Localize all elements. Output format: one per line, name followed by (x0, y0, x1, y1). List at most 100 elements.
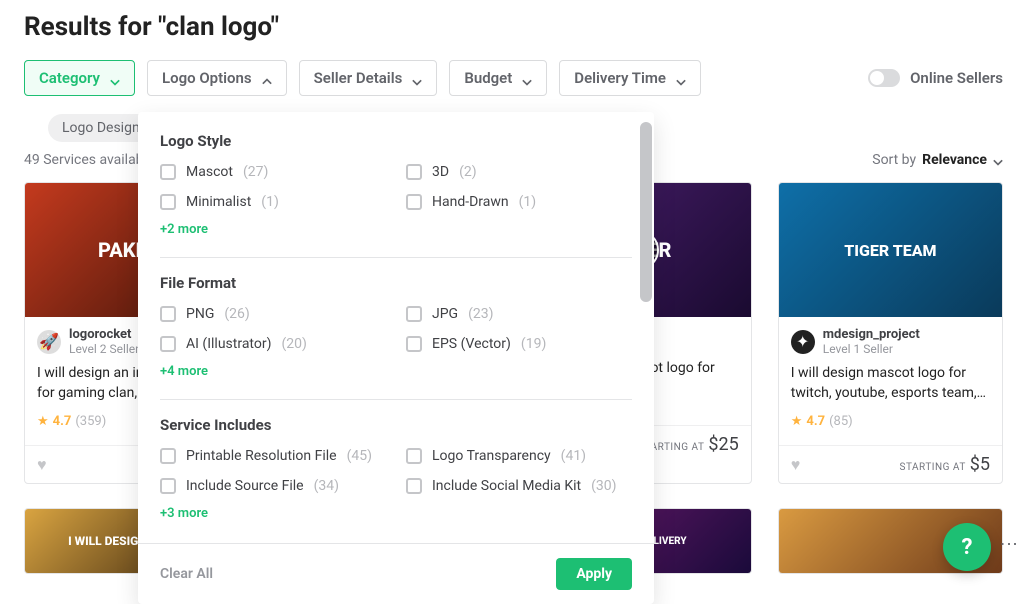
price-label: STARTING AT (900, 462, 966, 473)
logo-options-label: Logo Options (162, 69, 252, 87)
filter-option[interactable]: Printable Resolution File (45) (160, 448, 386, 464)
clear-all-button[interactable]: Clear All (160, 566, 213, 582)
checkbox[interactable] (160, 306, 176, 322)
filter-option-label: Minimalist (186, 194, 251, 210)
filter-option[interactable]: EPS (Vector) (19) (406, 336, 632, 352)
gig-title: I will design mascot logo for twitch, yo… (791, 364, 990, 404)
filter-option-count: (2) (459, 164, 477, 180)
filter-option[interactable]: PNG (26) (160, 306, 386, 322)
filter-option-label: PNG (186, 306, 214, 322)
filter-option-count: (34) (314, 478, 339, 494)
overflow-menu-icon[interactable]: ⋮ (998, 535, 1019, 553)
seller-details-label: Seller Details (314, 69, 403, 87)
checkbox[interactable] (406, 336, 422, 352)
filter-option[interactable]: Include Social Media Kit (30) (406, 478, 632, 494)
services-count: 49 Services available (24, 152, 154, 168)
filter-option-label: 3D (432, 164, 449, 180)
price: $25 (708, 434, 738, 455)
category-filter-label: Category (39, 69, 100, 87)
online-sellers-label: Online Sellers (910, 69, 1003, 87)
gig-card[interactable]: TIGER TEAM ✦ mdesign_project Level 1 Sel… (778, 182, 1003, 484)
filter-option[interactable]: Minimalist (1) (160, 194, 386, 210)
avatar: ✦ (791, 330, 815, 354)
filter-option-label: Logo Transparency (432, 448, 551, 464)
rating-value: 4.7 (53, 414, 72, 429)
filter-option[interactable]: Logo Transparency (41) (406, 448, 632, 464)
filter-option-label: JPG (432, 306, 458, 322)
rating-count: (85) (829, 414, 853, 429)
star-icon: ★ (37, 414, 49, 429)
online-sellers-toggle[interactable] (868, 69, 900, 87)
filter-option-label: AI (Illustrator) (186, 336, 271, 352)
price: $5 (970, 454, 990, 475)
dropdown-section-title: Logo Style (160, 132, 632, 150)
checkbox[interactable] (406, 306, 422, 322)
budget-label: Budget (464, 69, 512, 87)
logo-options-filter[interactable]: Logo Options (147, 60, 287, 96)
scrollbar[interactable] (640, 122, 652, 302)
show-more-link[interactable]: +2 more (160, 222, 208, 237)
apply-button[interactable]: Apply (556, 558, 632, 590)
chevron-down-icon (993, 155, 1003, 165)
filter-option-label: Include Source File (186, 478, 304, 494)
chevron-down-icon (522, 73, 532, 83)
rating-value: 4.7 (806, 414, 825, 429)
seller-level: Level 1 Seller (823, 342, 920, 356)
rating-count: (359) (75, 414, 106, 429)
filter-option-count: (26) (224, 306, 249, 322)
seller-name: mdesign_project (823, 327, 920, 342)
checkbox[interactable] (160, 448, 176, 464)
online-sellers-toggle-wrap: Online Sellers (868, 69, 1003, 87)
heart-icon[interactable]: ♥ (37, 455, 47, 475)
sort-control[interactable]: Sort by Relevance (872, 152, 1003, 168)
seller-details-filter[interactable]: Seller Details (299, 60, 438, 96)
budget-filter[interactable]: Budget (449, 60, 547, 96)
filter-option-count: (30) (591, 478, 616, 494)
star-icon: ★ (791, 414, 803, 429)
chevron-down-icon (412, 73, 422, 83)
gig-thumbnail: TIGER TEAM (779, 183, 1002, 317)
filter-option[interactable]: Include Source File (34) (160, 478, 386, 494)
help-fab[interactable]: ? (943, 523, 991, 571)
filter-option-count: (45) (347, 448, 372, 464)
filter-option-count: (19) (521, 336, 546, 352)
checkbox[interactable] (160, 194, 176, 210)
seller-level: Level 2 Seller (69, 342, 139, 356)
filter-option-count: (41) (561, 448, 586, 464)
avatar: 🚀 (37, 330, 61, 354)
filter-bar: Category Logo Options Seller Details Bud… (24, 60, 1003, 96)
filter-option[interactable]: Hand-Drawn (1) (406, 194, 632, 210)
chevron-up-icon (262, 73, 272, 83)
filter-option-count: (20) (281, 336, 306, 352)
filter-option[interactable]: JPG (23) (406, 306, 632, 322)
delivery-time-filter[interactable]: Delivery Time (559, 60, 701, 96)
checkbox[interactable] (160, 478, 176, 494)
delivery-time-label: Delivery Time (574, 69, 666, 87)
dropdown-section-title: File Format (160, 274, 632, 292)
checkbox[interactable] (406, 194, 422, 210)
filter-option-count: (1) (261, 194, 279, 210)
category-filter[interactable]: Category (24, 60, 135, 96)
chevron-down-icon (110, 73, 120, 83)
checkbox[interactable] (160, 164, 176, 180)
checkbox[interactable] (406, 164, 422, 180)
filter-option[interactable]: AI (Illustrator) (20) (160, 336, 386, 352)
filter-option-count: (1) (519, 194, 537, 210)
filter-option-label: EPS (Vector) (432, 336, 511, 352)
dropdown-section-title: Service Includes (160, 416, 632, 434)
show-more-link[interactable]: +4 more (160, 364, 208, 379)
filter-option-label: Include Social Media Kit (432, 478, 581, 494)
chevron-down-icon (676, 73, 686, 83)
heart-icon[interactable]: ♥ (791, 455, 801, 475)
filter-option-label: Mascot (186, 164, 233, 180)
checkbox[interactable] (406, 478, 422, 494)
filter-option-count: (23) (468, 306, 493, 322)
filter-option-label: Hand-Drawn (432, 194, 509, 210)
checkbox[interactable] (406, 448, 422, 464)
filter-option[interactable]: Mascot (27) (160, 164, 386, 180)
filter-option[interactable]: 3D (2) (406, 164, 632, 180)
checkbox[interactable] (160, 336, 176, 352)
seller-name: logorocket (69, 327, 139, 342)
filter-option-label: Printable Resolution File (186, 448, 337, 464)
show-more-link[interactable]: +3 more (160, 506, 208, 521)
